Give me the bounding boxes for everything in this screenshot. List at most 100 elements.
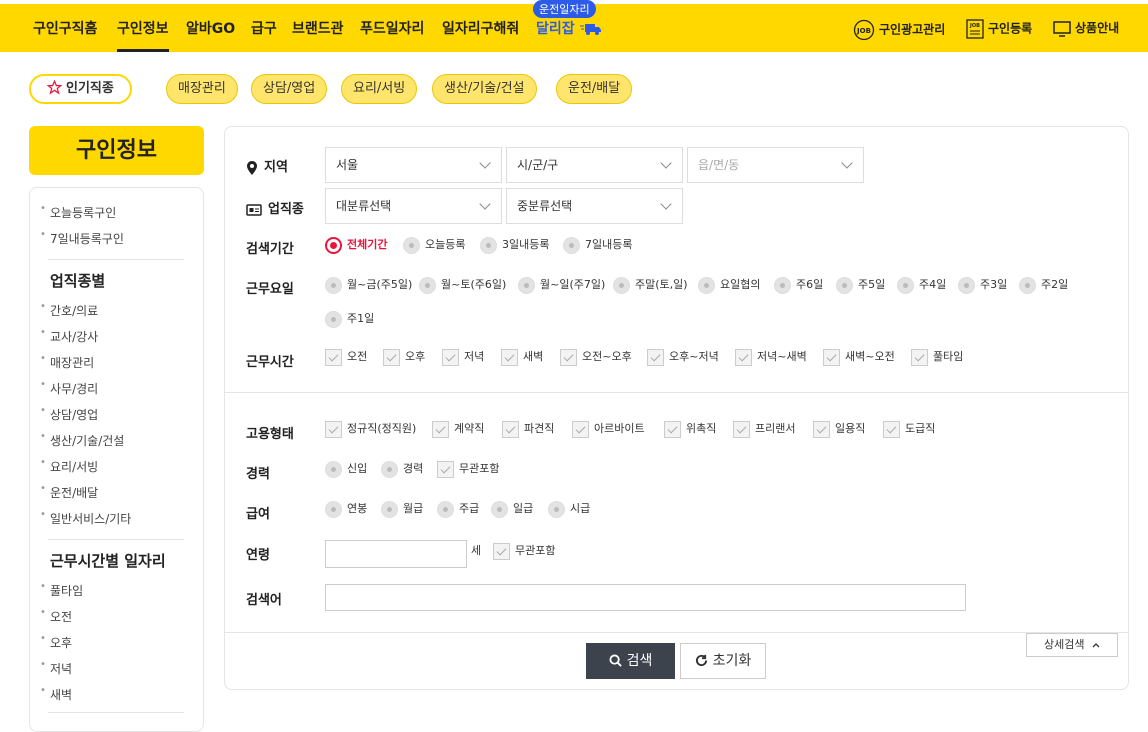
worktime-checkbox[interactable]: 새벽~오전 [823, 348, 895, 366]
sidebar-item-dawn[interactable]: 새벽 [40, 685, 72, 703]
sidebar-item-teacher[interactable]: 교사/강사 [40, 327, 98, 345]
radio-icon [325, 500, 342, 518]
sidebar-item-store[interactable]: 매장관리 [40, 353, 94, 371]
sidebar-item-evening[interactable]: 저녁 [40, 659, 72, 677]
period-today-radio[interactable]: 오늘등록 [403, 236, 465, 254]
nav-product-guide[interactable]: 상품안내 [1053, 19, 1119, 37]
worktime-checkbox[interactable]: 풀타임 [911, 348, 963, 366]
workdays-radio[interactable]: 주3일 [958, 276, 1007, 294]
career-any-checkbox[interactable]: 무관포함 [437, 460, 499, 478]
worktime-checkbox[interactable]: 저녁~새벽 [735, 348, 807, 366]
nav-home[interactable]: 구인구직홈 [33, 18, 97, 38]
chip-driving-delivery[interactable]: 운전/배달 [556, 74, 633, 104]
workdays-radio[interactable]: 주5일 [836, 276, 885, 294]
period-3day-label: 3일내등록 [502, 238, 550, 251]
nav-urgent[interactable]: 급구 [251, 18, 277, 38]
region-town-select[interactable]: 읍/면/동 [687, 147, 864, 183]
workdays-option-label: 월~일(주7일) [540, 278, 606, 291]
checkbox-icon [883, 420, 900, 438]
career-new-radio[interactable]: 신입 [325, 460, 367, 478]
nav-food-jobs[interactable]: 푸드일자리 [360, 18, 424, 38]
nav-alba-go[interactable]: 알바GO [186, 18, 235, 38]
employment-checkbox[interactable]: 계약직 [432, 420, 484, 438]
worktime-checkbox[interactable]: 새벽 [501, 348, 543, 366]
popular-jobs-chip[interactable]: 인기직종 [29, 74, 132, 104]
nav-ad-management[interactable]: JOB 구인광고관리 [853, 19, 945, 41]
region-city-value: 서울 [336, 158, 359, 172]
sidebar-today-jobs[interactable]: 오늘등록구인 [40, 203, 116, 221]
employment-checkbox[interactable]: 정규직(정직원) [325, 420, 416, 438]
worktime-checkbox[interactable]: 오전~오후 [560, 348, 632, 366]
worktime-checkbox[interactable]: 오전 [325, 348, 367, 366]
employment-checkbox[interactable]: 파견직 [502, 420, 554, 438]
pay-radio[interactable]: 일급 [491, 500, 533, 518]
sidebar-item-afternoon[interactable]: 오후 [40, 633, 72, 651]
svg-text:JOB: JOB [969, 23, 980, 29]
period-all-radio[interactable]: 전체기간 [325, 236, 387, 254]
period-7day-radio[interactable]: 7일내등록 [563, 236, 632, 254]
workdays-radio[interactable]: 주말(토,일) [613, 276, 688, 294]
sidebar-item-consulting[interactable]: 상담/영업 [40, 405, 98, 423]
reset-button[interactable]: 초기화 [680, 643, 766, 679]
employment-checkbox[interactable]: 아르바이트 [572, 420, 645, 438]
worktime-option-label: 오전~오후 [582, 350, 632, 363]
nav-job-register[interactable]: JOB 구인등록 [966, 19, 1032, 39]
worktime-checkbox[interactable]: 오후~저녁 [647, 348, 719, 366]
detail-search-button[interactable]: 상세검색 [1026, 633, 1118, 657]
employment-checkbox[interactable]: 프리랜서 [733, 420, 795, 438]
sidebar-item-driving[interactable]: 운전/배달 [40, 483, 98, 501]
workdays-radio[interactable]: 주4일 [897, 276, 946, 294]
region-district-select[interactable]: 시/군/구 [506, 147, 683, 183]
age-input[interactable] [325, 540, 467, 568]
sidebar-item-nursing[interactable]: 간호/의료 [40, 301, 98, 319]
sidebar-item-cooking[interactable]: 요리/서빙 [40, 457, 98, 475]
workdays-radio[interactable]: 월~금(주5일) [325, 276, 412, 294]
age-unit: 세 [471, 544, 482, 557]
employment-checkbox[interactable]: 도급직 [883, 420, 935, 438]
career-experienced-radio[interactable]: 경력 [381, 460, 423, 478]
workdays-radio[interactable]: 주6일 [774, 276, 823, 294]
sidebar-item-service[interactable]: 일반서비스/기타 [40, 509, 131, 527]
sidebar-item-morning[interactable]: 오전 [40, 607, 72, 625]
workdays-radio[interactable]: 주2일 [1019, 276, 1068, 294]
employment-checkbox[interactable]: 위촉직 [664, 420, 716, 438]
checkbox-icon [501, 348, 518, 366]
pay-radio[interactable]: 연봉 [325, 500, 367, 518]
chip-store-management[interactable]: 매장관리 [166, 74, 238, 104]
workdays-label: 근무요일 [246, 282, 294, 297]
pay-radio[interactable]: 시급 [548, 500, 590, 518]
nav-dallijob[interactable]: 달리잡 [536, 18, 602, 38]
workdays-radio[interactable]: 월~일(주7일) [518, 276, 605, 294]
pay-radio[interactable]: 월급 [381, 500, 423, 518]
workdays-radio[interactable]: 요일협의 [698, 276, 760, 294]
pay-option-label: 월급 [403, 502, 424, 515]
region-city-select[interactable]: 서울 [325, 147, 502, 183]
workdays-radio[interactable]: 월~토(주6일) [419, 276, 506, 294]
chip-production[interactable]: 생산/기술/건설 [432, 74, 537, 104]
job-minor-select[interactable]: 중분류선택 [506, 188, 683, 224]
sidebar-item-production[interactable]: 생산/기술/건설 [40, 431, 124, 449]
checkbox-icon [560, 348, 577, 366]
search-button[interactable]: 검색 [586, 643, 675, 679]
worktime-option-label: 오후 [405, 350, 426, 363]
worktime-checkbox[interactable]: 저녁 [442, 348, 484, 366]
period-3day-radio[interactable]: 3일내등록 [480, 236, 549, 254]
sidebar-item-office[interactable]: 사무/경리 [40, 379, 98, 397]
chip-consulting-sales[interactable]: 상담/영업 [251, 74, 328, 104]
nav-find-me-job[interactable]: 일자리구해줘 [442, 18, 519, 38]
keyword-input[interactable] [325, 584, 966, 611]
career-new-label: 신입 [347, 462, 368, 475]
job-major-select[interactable]: 대분류선택 [325, 188, 502, 224]
workdays-radio[interactable]: 주1일 [325, 310, 374, 328]
age-any-checkbox[interactable]: 무관포함 [493, 542, 555, 560]
checkbox-icon [911, 348, 928, 366]
employment-checkbox[interactable]: 일용직 [813, 420, 865, 438]
sidebar-item-fulltime[interactable]: 풀타임 [40, 581, 83, 599]
chip-cooking-serving[interactable]: 요리/서빙 [341, 74, 418, 104]
sidebar-week-jobs[interactable]: 7일내등록구인 [40, 229, 124, 247]
nav-brand[interactable]: 브랜드관 [292, 18, 344, 38]
worktime-checkbox[interactable]: 오후 [383, 348, 425, 366]
pay-radio[interactable]: 주급 [437, 500, 479, 518]
nav-job-info[interactable]: 구인정보 [117, 18, 169, 52]
job-circle-icon: JOB [853, 19, 875, 41]
